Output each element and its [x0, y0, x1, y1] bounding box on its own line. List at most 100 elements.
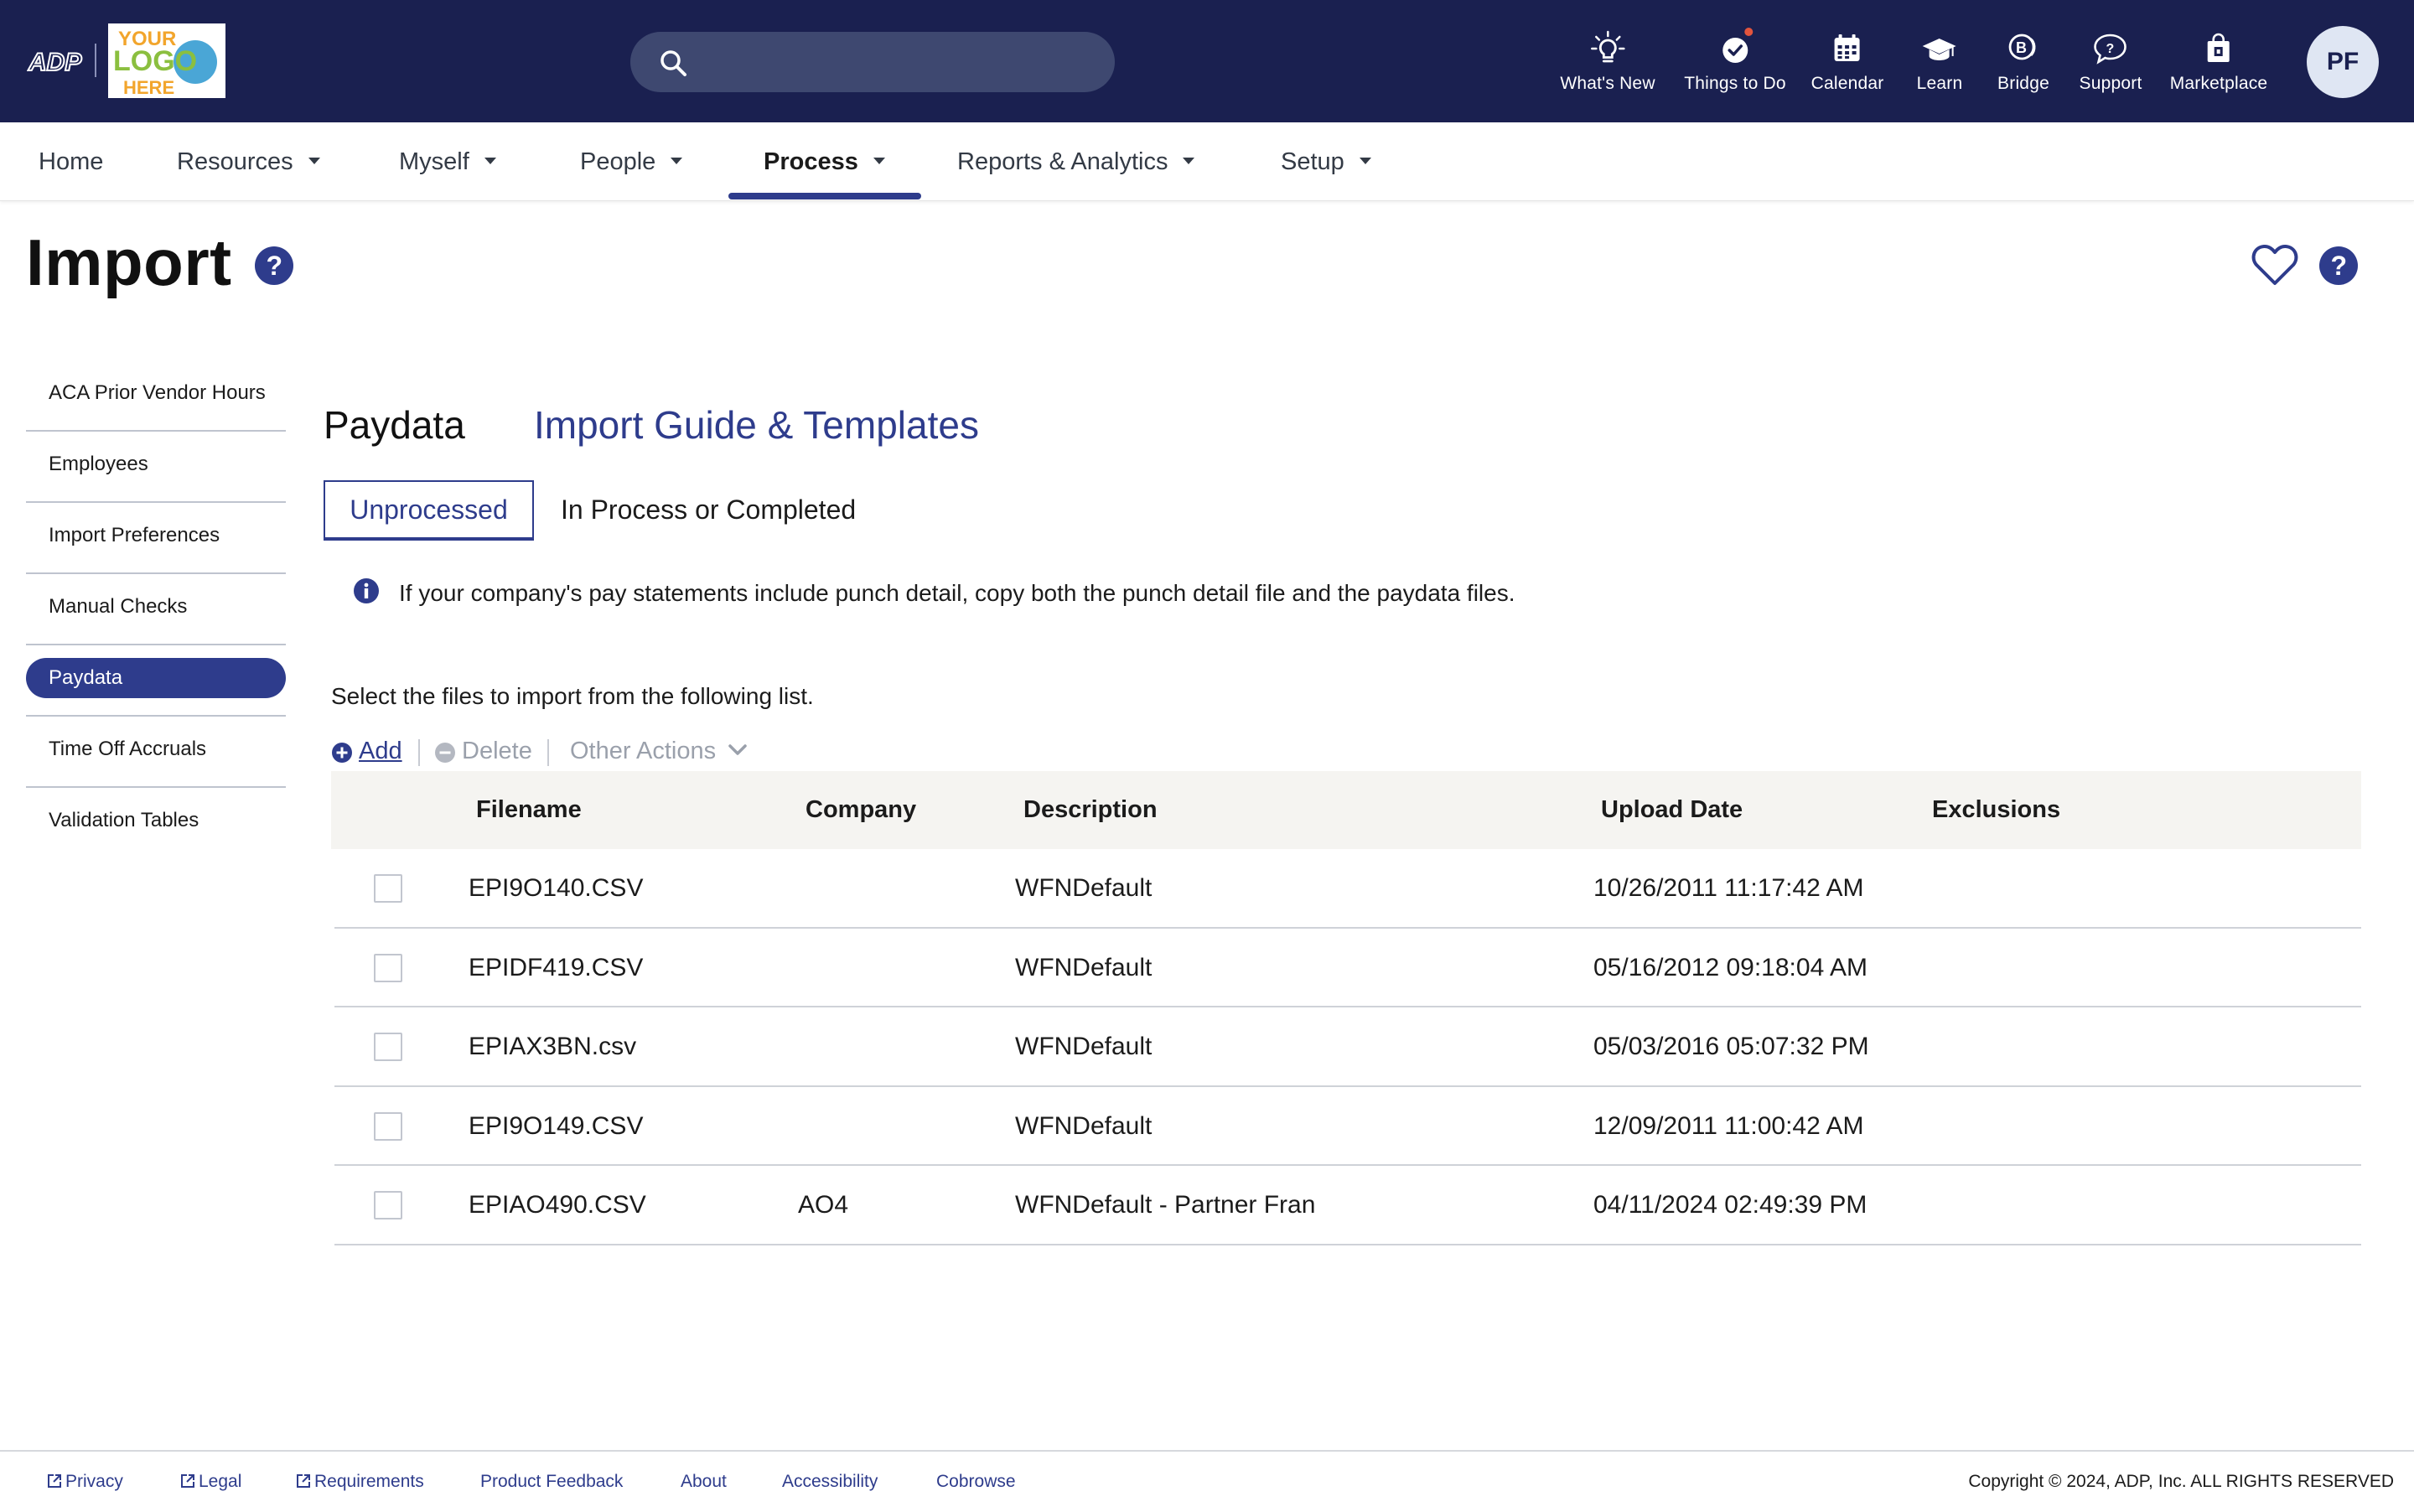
table-row[interactable]: EPIAX3BN.csv WFNDefault 05/03/2016 05:07…	[334, 1007, 2361, 1087]
footer-link-product-feedback[interactable]: Product Feedback	[480, 1472, 623, 1492]
cell-company: AO4	[798, 1191, 849, 1219]
cell-filename: EPIDF419.CSV	[469, 953, 644, 981]
table-row[interactable]: EPIAO490.CSV AO4 WFNDefault - Partner Fr…	[334, 1166, 2361, 1245]
sidebar-item-validation-tables[interactable]: Validation Tables	[26, 788, 286, 859]
nav-myself[interactable]: Myself	[399, 122, 496, 201]
sidebar-item-time-off-accruals[interactable]: Time Off Accruals	[26, 717, 286, 788]
row-checkbox[interactable]	[374, 953, 402, 982]
cell-upload-date: 05/16/2012 09:18:04 AM	[1593, 953, 1867, 981]
cell-description: WFNDefault	[1015, 953, 1153, 981]
chevron-down-icon	[728, 744, 747, 756]
cell-description: WFNDefault - Partner Fran	[1015, 1191, 1316, 1219]
nav-people[interactable]: People	[580, 122, 683, 201]
calendar-button[interactable]: Calendar	[1811, 30, 1884, 94]
column-header-exclusions[interactable]: Exclusions	[1932, 796, 2060, 824]
row-checkbox[interactable]	[374, 1111, 402, 1141]
tab-unprocessed[interactable]: Unprocessed	[324, 480, 534, 541]
other-actions-dropdown[interactable]: Other Actions	[570, 738, 748, 765]
nav-home[interactable]: Home	[39, 122, 103, 201]
table-row[interactable]: EPI9O149.CSV WFNDefault 12/09/2011 11:00…	[334, 1087, 2361, 1166]
learn-button[interactable]: Learn	[1917, 30, 1963, 94]
company-logo: YOUR LOGO HERE	[108, 23, 225, 98]
support-label: Support	[2079, 74, 2142, 93]
copyright-text: Copyright © 2024, ADP, Inc. ALL RIGHTS R…	[1968, 1472, 2394, 1491]
svg-text:ADP: ADP	[28, 49, 82, 76]
whats-new-button[interactable]: What's New	[1560, 30, 1655, 94]
footer-link-cobrowse[interactable]: Cobrowse	[936, 1472, 1016, 1492]
things-to-do-button[interactable]: Things to Do	[1684, 26, 1786, 94]
row-checkbox[interactable]	[374, 874, 402, 903]
nav-process[interactable]: Process	[764, 122, 885, 201]
help-icon[interactable]: ?	[254, 246, 294, 286]
nav-resources[interactable]: Resources	[177, 122, 320, 201]
search-icon	[660, 50, 686, 76]
section-title: Paydata	[324, 403, 465, 447]
support-button[interactable]: ? Support	[2080, 30, 2142, 94]
cell-upload-date: 05/03/2016 05:07:32 PM	[1593, 1033, 1869, 1060]
learn-label: Learn	[1916, 74, 1963, 93]
column-header-filename[interactable]: Filename	[476, 796, 582, 824]
row-checkbox[interactable]	[374, 1191, 402, 1219]
chevron-down-icon	[873, 158, 885, 165]
cell-description: WFNDefault	[1015, 1111, 1153, 1140]
cell-filename: EPI9O140.CSV	[469, 874, 644, 902]
nav-people-label: People	[580, 148, 656, 175]
delete-label: Delete	[462, 738, 532, 764]
sidebar-item-paydata[interactable]: Paydata	[26, 645, 286, 717]
cell-description: WFNDefault	[1015, 1033, 1153, 1060]
things-to-do-label: Things to Do	[1684, 74, 1786, 93]
footer-link-about[interactable]: About	[681, 1472, 727, 1492]
help-icon[interactable]: ?	[2318, 246, 2359, 286]
active-nav-indicator	[728, 193, 921, 199]
toolbar-divider	[418, 739, 420, 766]
svg-text:?: ?	[2331, 251, 2348, 281]
import-guide-link[interactable]: Import Guide & Templates	[534, 402, 979, 448]
nav-home-label: Home	[39, 148, 104, 175]
bridge-button[interactable]: B Bridge	[1997, 30, 2049, 94]
user-avatar[interactable]: PF	[2307, 26, 2379, 98]
column-header-description[interactable]: Description	[1023, 796, 1158, 824]
footer-link-legal[interactable]: Legal	[180, 1472, 241, 1492]
column-header-company[interactable]: Company	[806, 796, 916, 824]
sidebar-item-aca-prior-vendor-hours[interactable]: ACA Prior Vendor Hours	[26, 360, 286, 432]
table-header: Filename Company Description Upload Date…	[331, 771, 2361, 849]
add-label: Add	[359, 738, 402, 764]
nav-reports-analytics[interactable]: Reports & Analytics	[957, 122, 1195, 201]
sidebar-item-label: Validation Tables	[49, 809, 199, 831]
sidebar-item-employees[interactable]: Employees	[26, 432, 286, 503]
footer-link-requirements[interactable]: Requirements	[296, 1472, 424, 1492]
sidebar: ACA Prior Vendor Hours Employees Import …	[26, 360, 286, 859]
footer-link-privacy[interactable]: Privacy	[47, 1472, 123, 1492]
column-header-upload-date[interactable]: Upload Date	[1601, 796, 1743, 824]
nav-setup[interactable]: Setup	[1281, 122, 1371, 201]
svg-text:HERE: HERE	[123, 77, 174, 98]
footer-link-accessibility[interactable]: Accessibility	[782, 1472, 878, 1492]
heart-icon[interactable]	[2251, 243, 2298, 287]
tab-in-process-or-completed[interactable]: In Process or Completed	[561, 480, 856, 541]
toolbar-divider	[547, 739, 549, 766]
svg-text:?: ?	[2106, 42, 2115, 56]
nav-resources-label: Resources	[177, 148, 293, 175]
sidebar-item-label: Time Off Accruals	[49, 738, 207, 760]
cell-description: WFNDefault	[1015, 874, 1153, 902]
sidebar-item-manual-checks[interactable]: Manual Checks	[26, 574, 286, 645]
table-row[interactable]: EPI9O140.CSV WFNDefault 10/26/2011 11:17…	[334, 849, 2361, 929]
sidebar-item-label: Employees	[49, 453, 148, 475]
info-message: If your company's pay statements include…	[399, 580, 1515, 606]
cell-filename: EPIAO490.CSV	[469, 1191, 646, 1219]
chevron-down-icon	[671, 158, 683, 165]
calendar-label: Calendar	[1810, 74, 1884, 93]
sidebar-item-label: ACA Prior Vendor Hours	[49, 381, 266, 404]
footer-link-label: Legal	[199, 1472, 242, 1491]
sidebar-item-import-preferences[interactable]: Import Preferences	[26, 503, 286, 574]
row-checkbox[interactable]	[374, 1033, 402, 1061]
marketplace-button[interactable]: Marketplace	[2170, 30, 2268, 94]
table-row[interactable]: EPIDF419.CSV WFNDefault 05/16/2012 09:18…	[334, 929, 2361, 1007]
page-title: Import	[26, 225, 232, 299]
adp-logo[interactable]: ADP	[27, 44, 85, 77]
info-icon	[354, 578, 379, 603]
search-bar[interactable]	[630, 32, 1115, 92]
calendar-icon	[1834, 34, 1860, 61]
sidebar-item-label: Import Preferences	[49, 524, 220, 546]
footer-link-label: Privacy	[65, 1472, 123, 1491]
